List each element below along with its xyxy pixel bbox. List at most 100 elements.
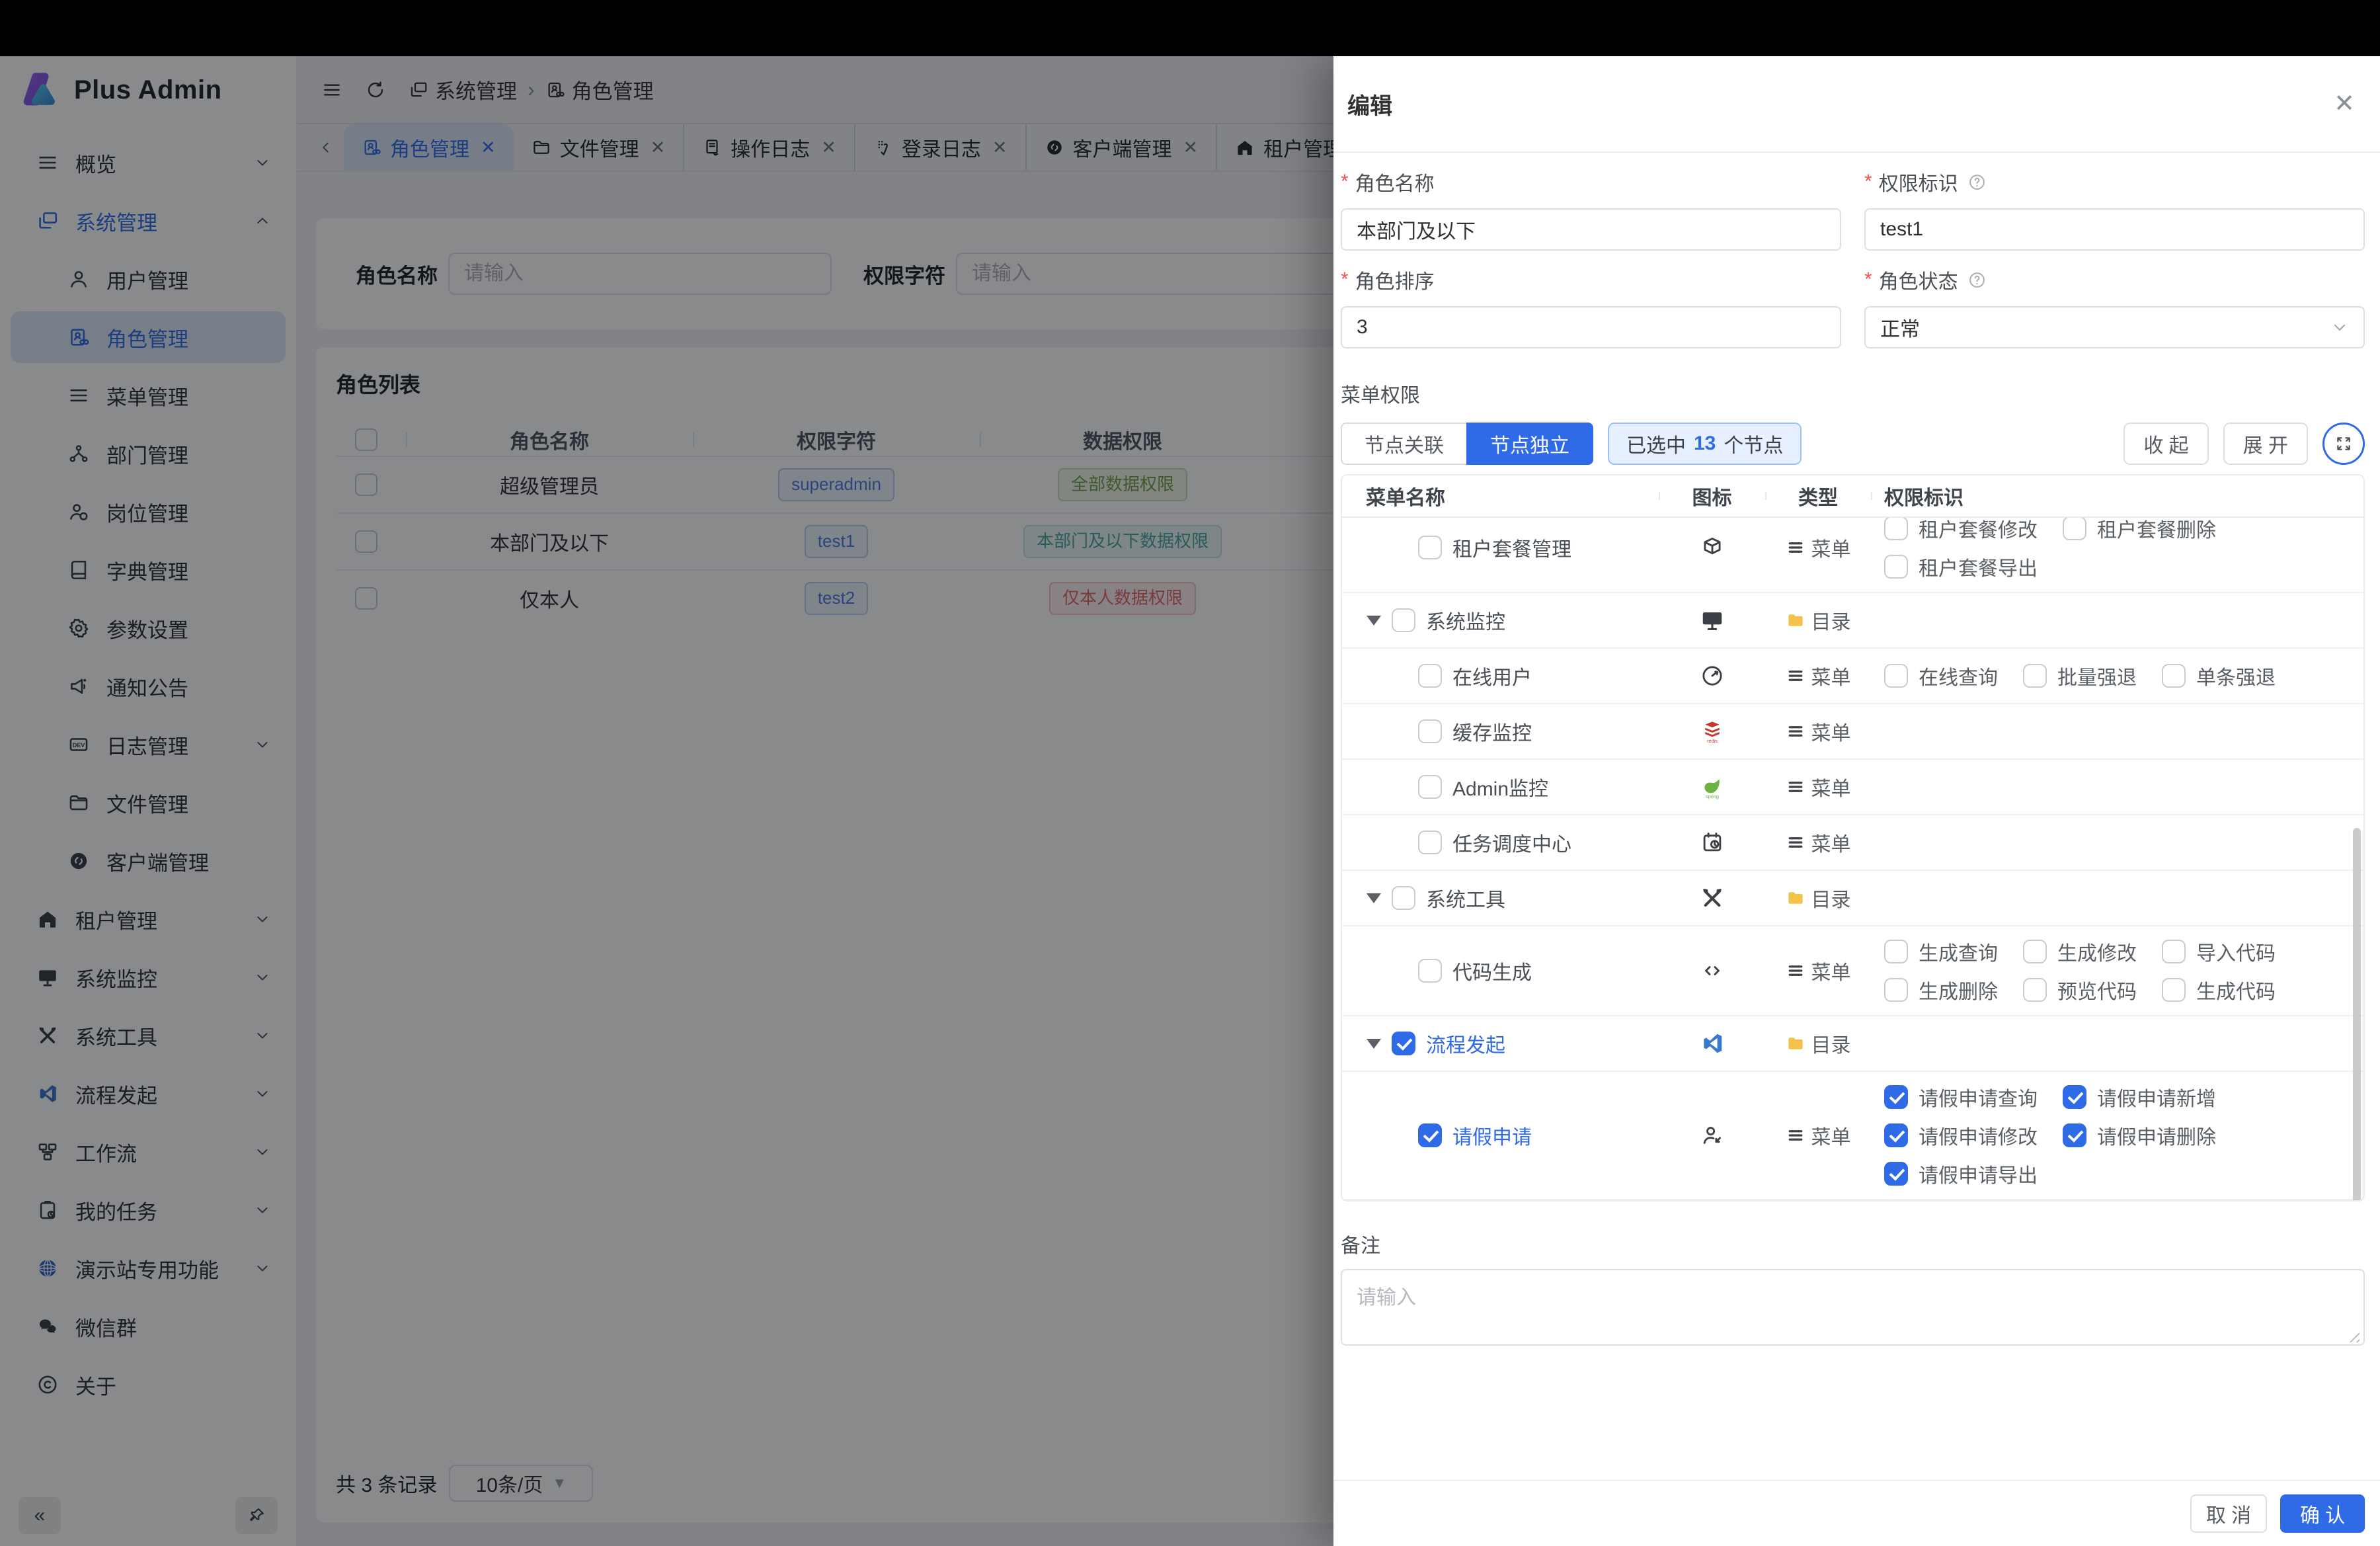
tree-row-在线用户: 在线用户菜单在线查询批量强退单条强退 <box>1342 649 2363 704</box>
tree-node-label[interactable]: 代码生成 <box>1452 956 1532 985</box>
tree-node-label[interactable]: 请假申请 <box>1452 1121 1532 1150</box>
perm-item: 预览代码 <box>2023 971 2137 1009</box>
tools-icon <box>1700 885 1725 911</box>
screen: Plus Admin 概览系统管理用户管理角色管理菜单管理部门管理岗位管理字典管… <box>0 0 2380 1546</box>
perm-item: 单条强退 <box>2162 657 2276 695</box>
node-mode-segment: 节点关联 节点独立 <box>1341 423 1593 465</box>
perm-checkbox[interactable] <box>2023 940 2047 963</box>
node-linked-button[interactable]: 节点关联 <box>1341 423 1466 465</box>
perm-checkbox[interactable] <box>1884 1085 1908 1109</box>
menu-type-icon <box>1786 777 1805 797</box>
tree-node-label[interactable]: 任务调度中心 <box>1452 828 1571 857</box>
tree-node-checkbox[interactable] <box>1418 831 1442 854</box>
drawer-perm-key-input[interactable] <box>1864 208 2365 251</box>
tree-node-checkbox[interactable] <box>1418 664 1442 688</box>
tree-node-label[interactable]: 在线用户 <box>1452 661 1532 690</box>
menu-type-icon <box>1786 833 1805 852</box>
tree-row-任务调度中心: 任务调度中心菜单 <box>1342 815 2363 871</box>
tree-row-请假申请: 请假申请菜单请假申请查询请假申请新增请假申请修改请假申请删除请假申请导出 <box>1342 1072 2363 1200</box>
tree-node-checkbox[interactable] <box>1418 719 1442 743</box>
menu-perm-label: 菜单权限 <box>1341 379 2365 408</box>
perm-item: 批量强退 <box>2023 657 2137 695</box>
tree-header: 菜单名称 图标 类型 权限标识 <box>1342 475 2363 518</box>
perm-item: 请假申请查询 <box>1884 1078 2038 1116</box>
drawer-sort-input[interactable] <box>1341 306 1841 348</box>
tree-node-checkbox[interactable] <box>1392 608 1415 632</box>
perm-checkbox[interactable] <box>1884 516 1908 540</box>
drawer-body: *角色名称 *权限标识 *角色排序 <box>1333 153 2380 1349</box>
perm-item: 生成查询 <box>1884 932 1998 971</box>
tree-node-checkbox[interactable] <box>1392 1032 1415 1055</box>
perm-checkbox[interactable] <box>2063 1123 2086 1147</box>
redis-icon: redis <box>1700 719 1725 744</box>
tree-node-label[interactable]: 流程发起 <box>1426 1029 1505 1058</box>
status-select[interactable]: 正常 <box>1864 306 2365 348</box>
tree-node-checkbox[interactable] <box>1418 1123 1442 1147</box>
expand-screen-icon <box>2333 433 2354 454</box>
tree-node-label[interactable]: 租户套餐管理 <box>1452 533 1571 562</box>
remark-textarea[interactable] <box>1341 1269 2365 1346</box>
tree-node-label[interactable]: Admin监控 <box>1452 772 1548 801</box>
remark-label: 备注 <box>1341 1229 2365 1258</box>
folder-fill-icon <box>1786 610 1805 630</box>
tree-row-系统监控: 系统监控目录 <box>1342 593 2363 649</box>
tree-node-label[interactable]: 缓存监控 <box>1452 717 1532 746</box>
collapse-all-button[interactable]: 收 起 <box>2123 423 2208 465</box>
caret-down-icon[interactable] <box>1367 616 1381 626</box>
monitor-icon <box>1700 608 1725 633</box>
tree-node-checkbox[interactable] <box>1392 886 1415 910</box>
perm-checkbox[interactable] <box>2023 664 2047 688</box>
field-label-perm-key: *权限标识 <box>1864 167 2365 196</box>
drawer-role-name-input[interactable] <box>1341 208 1841 251</box>
perm-item: 在线查询 <box>1884 657 1998 695</box>
perm-checkbox[interactable] <box>2162 940 2186 963</box>
perm-item: 生成删除 <box>1884 971 1998 1009</box>
perm-checkbox[interactable] <box>2023 978 2047 1002</box>
perm-checkbox[interactable] <box>1884 1162 1908 1186</box>
perm-checkbox[interactable] <box>2162 664 2186 688</box>
tree-node-checkbox[interactable] <box>1418 536 1442 559</box>
perm-checkbox[interactable] <box>1884 664 1908 688</box>
tree-node-label[interactable]: 系统工具 <box>1426 883 1505 913</box>
caret-down-icon[interactable] <box>1367 893 1381 903</box>
menu-type-icon <box>1786 721 1805 741</box>
perm-checkbox[interactable] <box>1884 1123 1908 1147</box>
perm-item: 租户套餐导出 <box>1884 548 2038 586</box>
node-independent-button[interactable]: 节点独立 <box>1466 423 1593 465</box>
edit-drawer: 编辑 ✕ *角色名称 *权限标识 <box>1333 56 2380 1546</box>
tree-node-checkbox[interactable] <box>1418 959 1442 983</box>
tree-node-label[interactable]: 系统监控 <box>1426 606 1505 635</box>
fullscreen-button[interactable] <box>2322 423 2365 465</box>
selected-count-pill[interactable]: 已选中 13 个节点 <box>1608 423 1802 465</box>
perm-item: 请假申请新增 <box>2063 1078 2216 1116</box>
scrollbar-thumb[interactable] <box>2353 828 2361 1201</box>
menu-type-icon <box>1786 666 1805 686</box>
expand-all-button[interactable]: 展 开 <box>2223 423 2308 465</box>
help-icon[interactable] <box>1967 173 1987 192</box>
menu-tree: 菜单名称 图标 类型 权限标识 租户套餐管理菜单租户套餐修改租户套餐删除租户套餐… <box>1341 474 2365 1201</box>
perm-checkbox[interactable] <box>2063 516 2086 540</box>
menu-perm-controls: 节点关联 节点独立 已选中 13 个节点 收 起 展 开 <box>1341 423 2365 465</box>
spring-icon: spring <box>1700 774 1725 799</box>
code-icon <box>1700 958 1725 983</box>
perm-checkbox[interactable] <box>2162 978 2186 1002</box>
menu-type-icon <box>1786 1125 1805 1145</box>
close-icon[interactable]: ✕ <box>2334 91 2355 116</box>
perm-item: 请假申请导出 <box>1884 1155 2038 1193</box>
drawer-title: 编辑 <box>1347 88 1392 120</box>
perm-item: 请假申请修改 <box>1884 1116 2038 1155</box>
vscode-icon <box>1700 1031 1725 1056</box>
perm-checkbox[interactable] <box>1884 940 1908 963</box>
tree-node-checkbox[interactable] <box>1418 775 1442 799</box>
help-icon[interactable] <box>1967 270 1987 290</box>
perm-checkbox[interactable] <box>1884 555 1908 579</box>
perm-item: 生成代码 <box>2162 971 2276 1009</box>
perm-checkbox[interactable] <box>2063 1085 2086 1109</box>
cancel-button[interactable]: 取 消 <box>2190 1494 2267 1533</box>
caret-down-icon[interactable] <box>1367 1039 1381 1049</box>
confirm-button[interactable]: 确 认 <box>2280 1494 2365 1533</box>
perm-item: 导入代码 <box>2162 932 2276 971</box>
tree-row-代码生成: 代码生成菜单生成查询生成修改导入代码生成删除预览代码生成代码 <box>1342 926 2363 1016</box>
perm-checkbox[interactable] <box>1884 978 1908 1002</box>
tree-row-系统工具: 系统工具目录 <box>1342 871 2363 926</box>
